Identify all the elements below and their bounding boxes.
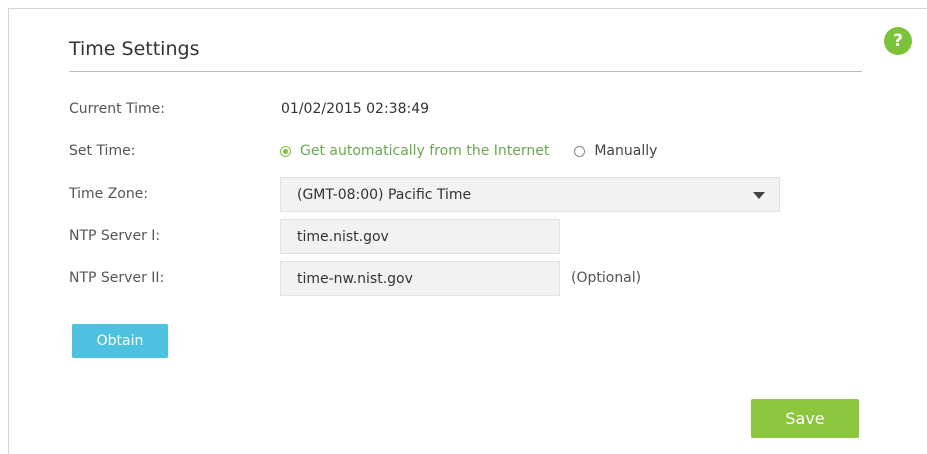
question-mark-circle-icon[interactable]: ?: [884, 27, 912, 55]
ntp-server-2-optional-hint: (Optional): [571, 270, 642, 286]
radio-manual[interactable]: Manually: [574, 143, 657, 159]
current-time-value: 01/02/2015 02:38:49: [281, 101, 430, 117]
page-title: Time Settings: [69, 38, 200, 60]
caret-down-icon[interactable]: [753, 192, 765, 199]
ntp-server-2-input[interactable]: [280, 261, 560, 296]
time-zone-selected-value: (GMT-08:00) Pacific Time: [297, 187, 472, 203]
title-divider: [69, 71, 862, 72]
set-time-radio-group: Get automatically from the Internet Manu…: [280, 143, 657, 159]
ntp-server-2-label: NTP Server II:: [69, 270, 165, 286]
current-time-label: Current Time:: [69, 101, 166, 117]
radio-auto-label[interactable]: Get automatically from the Internet: [300, 143, 549, 159]
radio-unchecked-icon[interactable]: [574, 145, 586, 157]
time-zone-label: Time Zone:: [69, 186, 149, 202]
ntp-server-1-input[interactable]: [280, 219, 560, 254]
obtain-button[interactable]: Obtain: [72, 324, 168, 358]
save-button[interactable]: Save: [751, 399, 859, 438]
radio-manual-label[interactable]: Manually: [594, 143, 657, 159]
set-time-label: Set Time:: [69, 143, 136, 159]
time-zone-select[interactable]: (GMT-08:00) Pacific Time: [280, 177, 780, 212]
radio-checked-icon[interactable]: [280, 145, 291, 157]
radio-auto[interactable]: Get automatically from the Internet: [280, 143, 549, 159]
ntp-server-1-label: NTP Server I:: [69, 228, 161, 244]
